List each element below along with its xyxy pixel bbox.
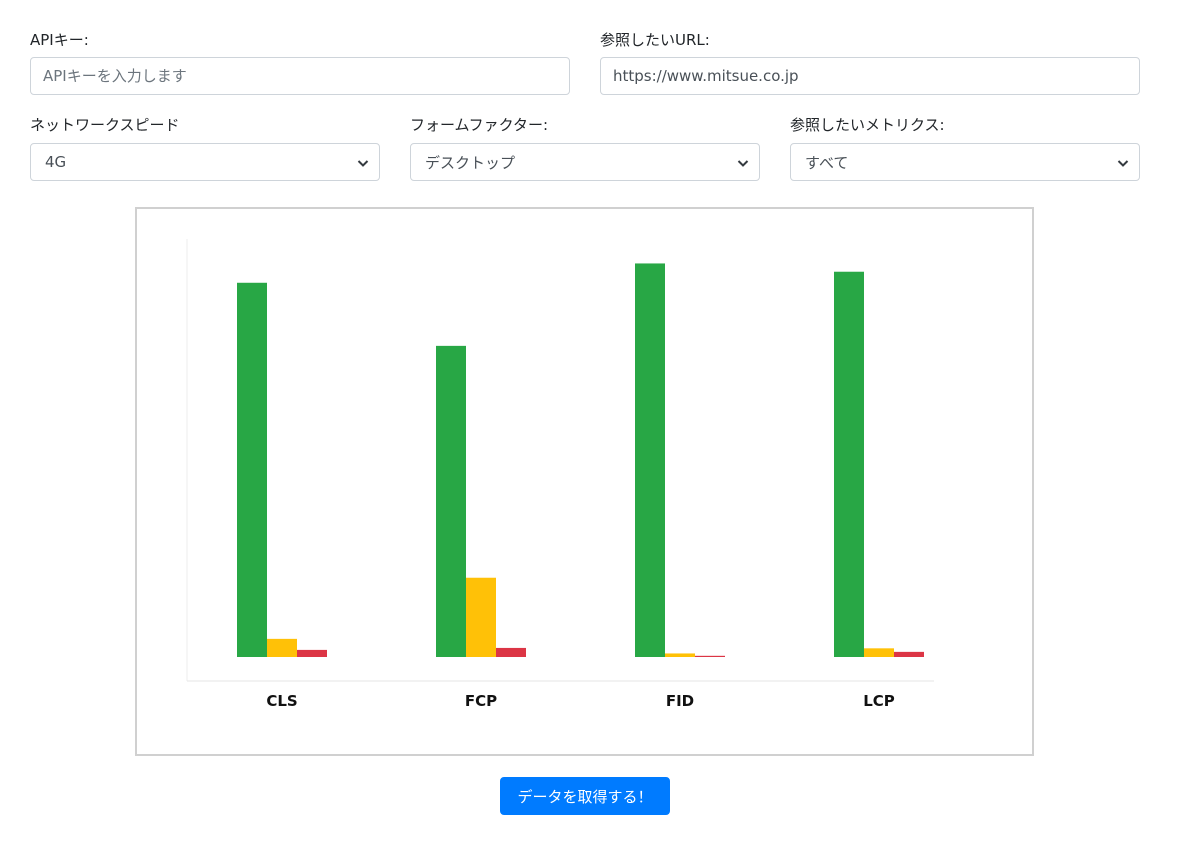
- x-tick-label: FCP: [465, 692, 497, 710]
- network-speed-label: ネットワークスピード: [30, 116, 180, 134]
- network-speed-select[interactable]: 4G: [30, 143, 380, 181]
- metrics-select[interactable]: すべて: [790, 143, 1140, 181]
- bar-fid-2: [665, 653, 695, 657]
- metrics-label: 参照したいメトリクス:: [790, 116, 945, 134]
- bar-fcp-2: [466, 577, 496, 657]
- x-tick-label: CLS: [266, 692, 297, 710]
- url-input[interactable]: [600, 57, 1140, 95]
- form-factor-value: デスクトップ: [425, 153, 516, 172]
- bar-cls-3: [297, 649, 327, 657]
- bar-fcp-1: [436, 345, 466, 657]
- bar-lcp-2: [864, 648, 894, 657]
- form-factor-select[interactable]: デスクトップ: [410, 143, 760, 181]
- x-tick-label: LCP: [863, 692, 895, 710]
- metrics-value: すべて: [805, 153, 849, 172]
- chevron-down-icon: [737, 160, 749, 167]
- chart-container: CLS FCP FID LCP: [135, 207, 1034, 756]
- chevron-down-icon: [1117, 160, 1129, 167]
- api-key-label: APIキー:: [30, 31, 89, 49]
- url-label: 参照したいURL:: [600, 31, 710, 49]
- x-tick-label: FID: [666, 692, 694, 710]
- bar-cls-1: [237, 282, 267, 657]
- network-speed-value: 4G: [45, 153, 67, 171]
- chevron-down-icon: [357, 160, 369, 167]
- bar-lcp-3: [894, 651, 924, 657]
- fetch-data-button[interactable]: データを取得する！: [500, 777, 670, 815]
- form-factor-label: フォームファクター:: [410, 116, 549, 134]
- bar-chart: CLS FCP FID LCP: [186, 239, 934, 710]
- bar-lcp-1: [834, 271, 864, 657]
- bar-cls-2: [267, 638, 297, 657]
- bar-fid-1: [635, 263, 665, 657]
- bar-fid-3: [695, 655, 725, 657]
- bar-fcp-3: [496, 647, 526, 657]
- api-key-input[interactable]: [30, 57, 570, 95]
